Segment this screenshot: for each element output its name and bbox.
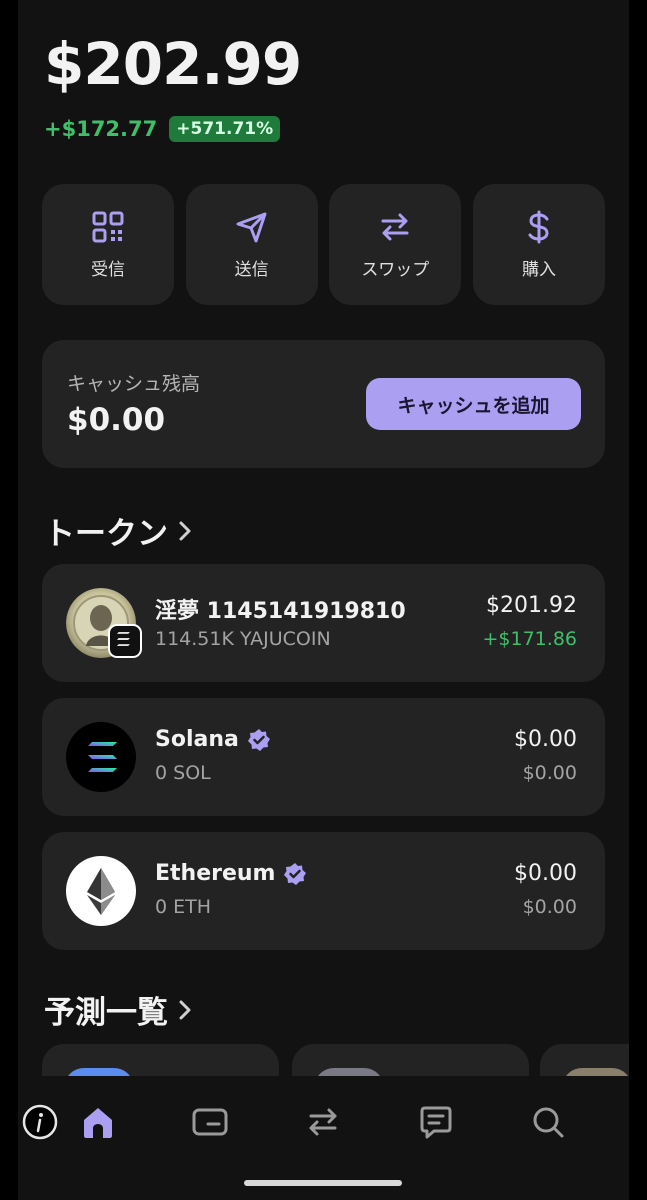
nav-swap[interactable] xyxy=(303,1102,343,1142)
token-balance: 114.51K YAJUCOIN xyxy=(155,628,331,650)
chat-icon xyxy=(420,1106,452,1139)
nav-search[interactable] xyxy=(528,1102,568,1142)
buy-button[interactable]: 購入 xyxy=(472,184,605,305)
token-change: $0.00 xyxy=(522,762,577,784)
token-row-solana[interactable]: Solana 0 SOL $0.00 $0.00 xyxy=(42,698,605,816)
wallet-screen: $202.99 +$172.77 +571.71% 受信 送信 スワップ 購入 … xyxy=(18,0,629,1200)
qr-code-icon xyxy=(92,211,124,243)
buy-label: 購入 xyxy=(521,260,556,280)
token-change: $0.00 xyxy=(522,896,577,918)
token-value: $0.00 xyxy=(514,727,577,752)
swap-icon xyxy=(309,1108,337,1136)
solana-logo xyxy=(66,722,136,792)
token-balance: 0 ETH xyxy=(155,896,212,918)
cash-balance-card: キャッシュ残高 $0.00 キャッシュを追加 xyxy=(42,340,605,468)
info-icon[interactable] xyxy=(22,1104,58,1140)
tokens-section-header[interactable]: トークン xyxy=(44,508,192,553)
add-cash-button[interactable]: キャッシュを追加 xyxy=(366,378,581,430)
total-balance: $202.99 xyxy=(44,30,302,98)
nav-messages[interactable] xyxy=(416,1102,456,1142)
nav-wallet[interactable] xyxy=(190,1102,230,1142)
home-icon xyxy=(84,1108,112,1138)
token-name: Ethereum xyxy=(155,861,307,886)
swap-button[interactable]: スワップ xyxy=(329,184,462,305)
search-icon xyxy=(533,1107,564,1138)
change-percent-badge: +571.71% xyxy=(169,116,281,142)
chevron-right-icon xyxy=(179,1000,191,1019)
token-value: $0.00 xyxy=(514,861,577,886)
send-label: 送信 xyxy=(234,260,269,280)
card-icon xyxy=(192,1108,228,1136)
token-name: Solana xyxy=(155,727,271,752)
token-balance: 0 SOL xyxy=(155,762,211,784)
receive-button[interactable]: 受信 xyxy=(42,184,174,305)
cash-amount: $0.00 xyxy=(67,402,166,438)
change-amount: +$172.77 xyxy=(44,117,158,141)
solana-chain-badge xyxy=(108,624,142,658)
balance-change: +$172.77 +571.71% xyxy=(44,116,281,142)
action-buttons: 受信 送信 スワップ 購入 xyxy=(42,184,605,305)
token-name-text: Ethereum xyxy=(155,861,276,886)
token-name-text: Solana xyxy=(155,727,239,752)
swap-icon xyxy=(381,213,409,241)
tokens-title: トークン xyxy=(44,516,168,552)
receive-label: 受信 xyxy=(91,260,125,280)
cash-title: キャッシュ残高 xyxy=(67,373,201,395)
dollar-icon xyxy=(528,210,549,244)
verified-badge-icon xyxy=(247,728,270,751)
token-name-text: 淫夢 1145141919810 xyxy=(155,599,406,624)
token-change: +$171.86 xyxy=(482,628,578,650)
chevron-right-icon xyxy=(179,521,191,540)
token-row-ethereum[interactable]: Ethereum 0 ETH $0.00 $0.00 xyxy=(42,832,605,950)
verified-badge-icon xyxy=(284,862,307,885)
nav-home[interactable] xyxy=(78,1102,118,1142)
swap-label: スワップ xyxy=(361,260,430,280)
send-button[interactable]: 送信 xyxy=(185,184,318,305)
send-icon xyxy=(236,212,267,243)
token-value: $201.92 xyxy=(486,593,577,618)
ethereum-logo xyxy=(66,856,136,926)
token-row-yajucoin[interactable]: 淫夢 1145141919810 114.51K YAJUCOIN $201.9… xyxy=(42,564,605,682)
token-name: 淫夢 1145141919810 xyxy=(155,593,406,625)
predictions-title: 予測一覧 xyxy=(44,995,168,1031)
predictions-section-header[interactable]: 予測一覧 xyxy=(44,987,192,1032)
home-indicator[interactable] xyxy=(244,1180,402,1186)
